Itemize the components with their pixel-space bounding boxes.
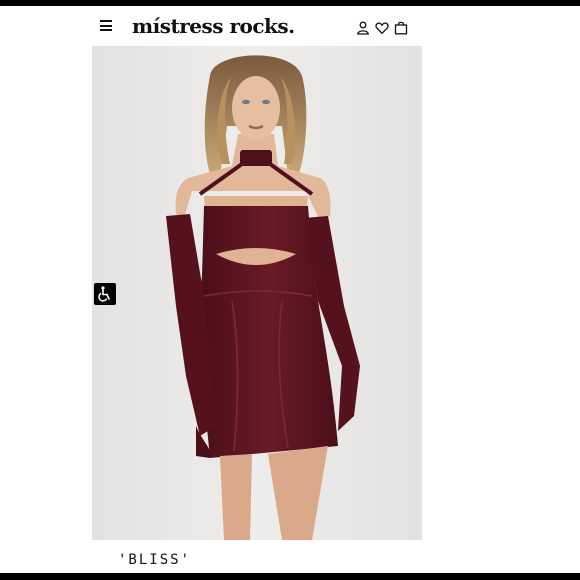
heart-icon[interactable] (375, 21, 389, 35)
product-image[interactable] (92, 46, 422, 540)
user-icon[interactable] (356, 21, 370, 35)
product-name: 'BLISS' (118, 552, 192, 568)
bottom-border-bar (0, 573, 580, 580)
hamburger-menu-icon[interactable] (100, 20, 112, 31)
wheelchair-accessibility-icon[interactable] (94, 283, 116, 305)
shopping-bag-icon[interactable] (394, 21, 408, 35)
site-logo[interactable]: místress rocks. (132, 14, 295, 38)
site-header: místress rocks. (92, 6, 422, 46)
